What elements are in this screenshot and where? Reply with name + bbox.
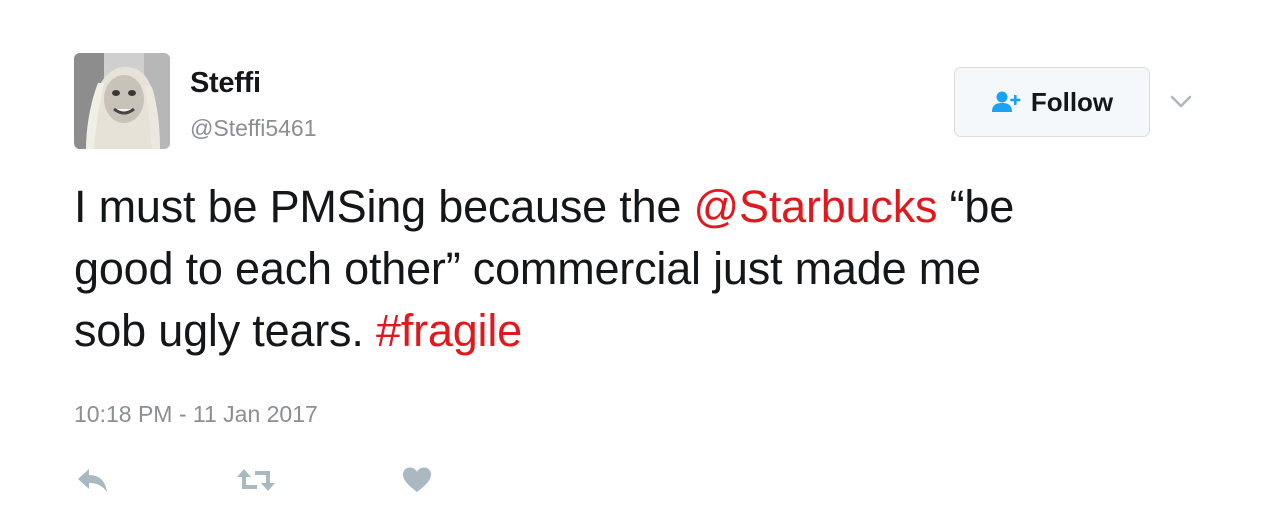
user-handle[interactable]: @Steffi5461 [190,114,317,142]
chevron-down-icon[interactable] [1166,86,1196,116]
heart-icon [403,467,431,492]
tweet-card: Steffi @Steffi5461 Follow I must be PMSi… [0,0,1266,532]
hashtag-link[interactable]: #fragile [376,305,522,356]
like-button[interactable] [402,462,432,498]
reply-button[interactable] [76,462,110,498]
user-avatar[interactable] [74,53,170,149]
avatar-photo-icon [74,53,170,149]
tweet-text-segment: I must be PMSing because the [74,181,694,232]
tweet-timestamp[interactable]: 10:18 PM - 11 Jan 2017 [74,400,318,428]
tweet-text-segment: sob ugly tears. [74,305,376,356]
display-name[interactable]: Steffi [190,66,261,100]
tweet-line-3: sob ugly tears. #fragile [74,300,1204,362]
follow-label: Follow [1030,87,1114,117]
mention-link[interactable]: @Starbucks [694,181,938,232]
tweet-line-1: I must be PMSing because the @Starbucks … [74,176,1204,238]
tweet-text-segment: “be [937,181,1015,232]
retweet-button[interactable] [235,462,277,498]
add-user-icon [991,90,1021,114]
tweet-line-2: good to each other” commercial just made… [74,243,981,294]
reply-icon [78,469,107,492]
follow-button[interactable]: Follow [954,67,1150,137]
retweet-icon [237,469,275,491]
tweet-text: I must be PMSing because the @Starbucks … [74,176,1204,362]
